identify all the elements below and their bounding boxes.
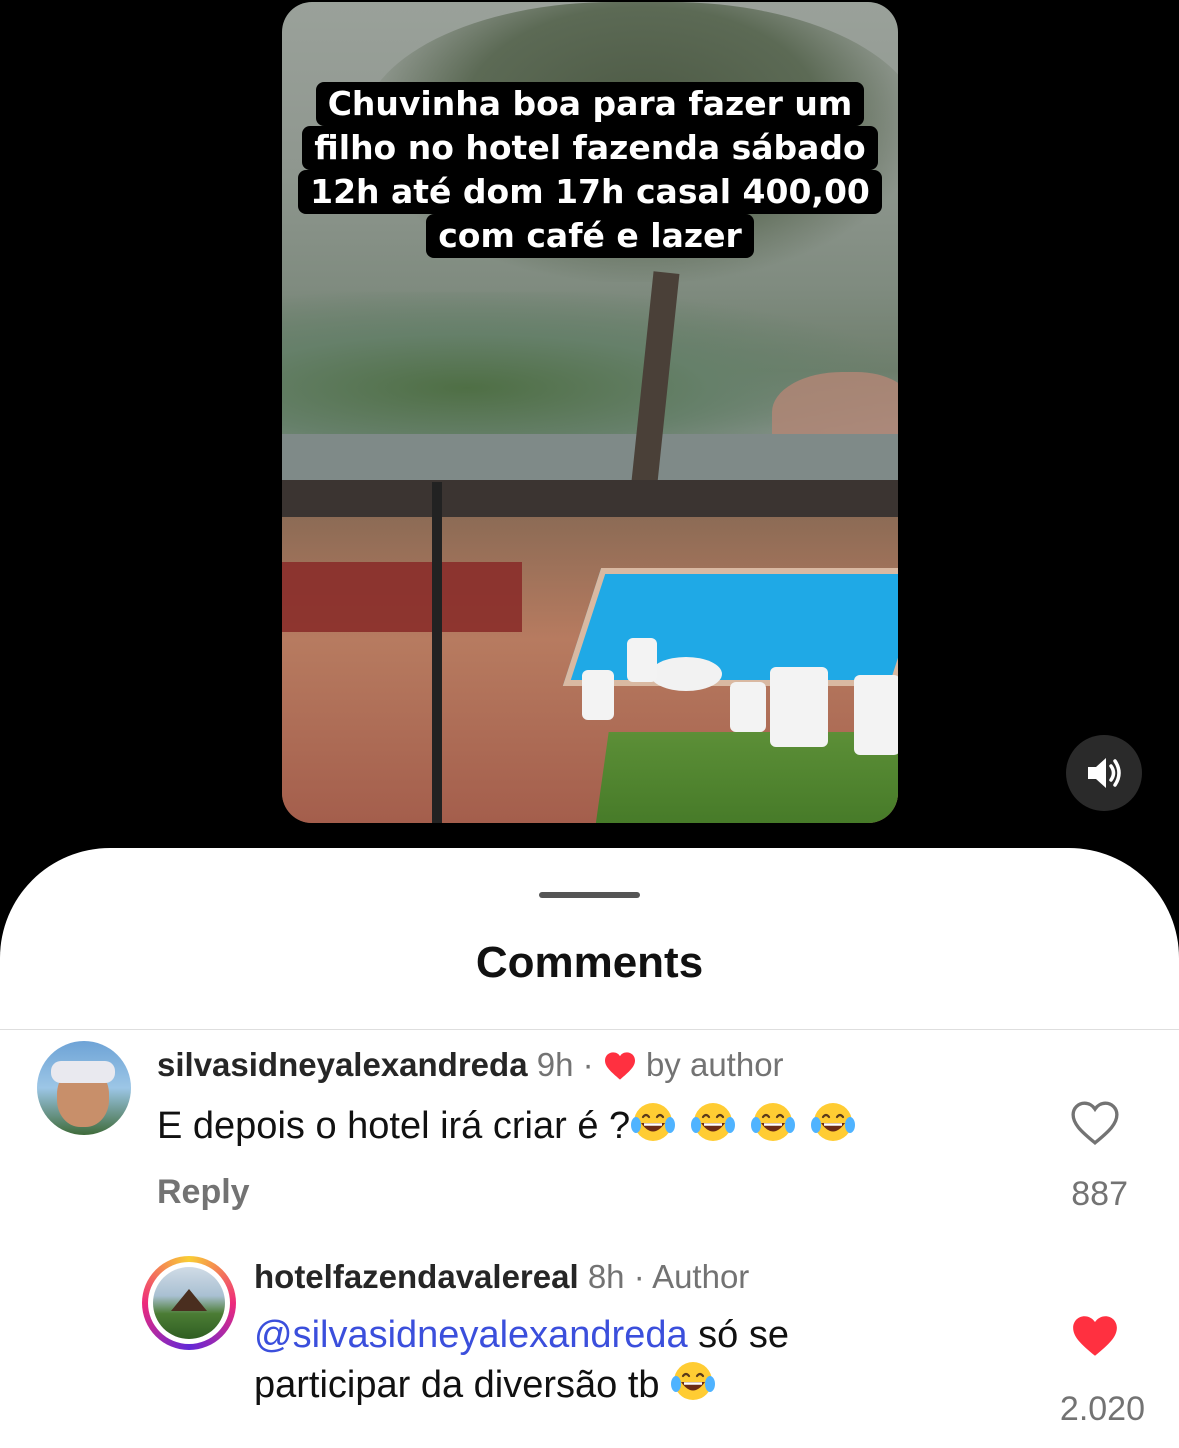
comment-body: E depois o hotel irá criar é ? bbox=[157, 1105, 631, 1147]
video-lounger bbox=[770, 667, 828, 747]
comment-body: participar da diversão tb bbox=[254, 1364, 660, 1406]
video-grass bbox=[595, 732, 898, 823]
speaker-on-icon bbox=[1088, 758, 1121, 788]
video-caption: Chuvinha boa para fazer um filho no hote… bbox=[282, 82, 898, 258]
like-heart-filled-icon[interactable] bbox=[1070, 1313, 1120, 1359]
avatar bbox=[153, 1267, 225, 1339]
comment-username[interactable]: silvasidneyalexandreda bbox=[157, 1046, 528, 1083]
avatar-story-ring[interactable] bbox=[142, 1256, 236, 1350]
reply-button[interactable]: Reply bbox=[157, 1173, 250, 1212]
tears-of-joy-emoji-icon bbox=[811, 1103, 856, 1141]
comment-time: 8h bbox=[587, 1258, 625, 1295]
video-chair bbox=[627, 638, 657, 682]
comment-text: @silvasidneyalexandreda só se participar… bbox=[254, 1311, 789, 1409]
comment-username[interactable]: hotelfazendavalereal bbox=[254, 1258, 579, 1295]
video-table bbox=[650, 657, 722, 691]
tears-of-joy-emoji-icon bbox=[631, 1103, 676, 1141]
caption-line: filho no hotel fazenda sábado bbox=[302, 126, 878, 170]
caption-line: 12h até dom 17h casal 400,00 bbox=[298, 170, 882, 214]
video-chair bbox=[582, 670, 614, 720]
avatar[interactable] bbox=[37, 1041, 131, 1135]
video-deck bbox=[282, 480, 898, 520]
meta-separator: · bbox=[633, 1258, 645, 1295]
video-planter bbox=[282, 562, 522, 632]
video-chair bbox=[730, 682, 766, 732]
tears-of-joy-emoji-icon bbox=[671, 1362, 716, 1400]
mention-link[interactable]: @silvasidneyalexandreda bbox=[254, 1314, 688, 1356]
video-player[interactable]: Chuvinha boa para fazer um filho no hote… bbox=[282, 2, 898, 823]
author-heart-icon bbox=[604, 1052, 635, 1080]
video-rail-post bbox=[432, 482, 442, 823]
liked-by-author-badge: by author bbox=[645, 1046, 784, 1083]
sound-toggle-button[interactable] bbox=[1066, 735, 1142, 811]
comment-text: E depois o hotel irá criar é ? bbox=[157, 1100, 870, 1150]
comment-time: 9h bbox=[536, 1046, 574, 1083]
video-pool bbox=[562, 568, 898, 686]
author-badge: Author bbox=[652, 1258, 750, 1295]
sheet-drag-handle[interactable] bbox=[539, 892, 640, 898]
like-count: 887 bbox=[1071, 1175, 1128, 1213]
tears-of-joy-emoji-icon bbox=[691, 1103, 736, 1141]
tears-of-joy-emoji-icon bbox=[751, 1103, 796, 1141]
like-count: 2.020 bbox=[1059, 1390, 1145, 1428]
video-lounger bbox=[854, 675, 898, 755]
comment-header: silvasidneyalexandreda 9h · by author bbox=[157, 1046, 784, 1084]
comment-body: só se bbox=[687, 1314, 789, 1356]
caption-line: Chuvinha boa para fazer um bbox=[315, 82, 865, 126]
divider bbox=[0, 1029, 1179, 1030]
video-lake bbox=[282, 434, 898, 484]
caption-line: com café e lazer bbox=[426, 214, 754, 258]
sheet-title: Comments bbox=[475, 938, 704, 987]
comment-header: hotelfazendavalereal 8h · Author bbox=[254, 1258, 749, 1296]
like-heart-icon[interactable] bbox=[1070, 1100, 1120, 1146]
meta-separator: · bbox=[582, 1046, 594, 1083]
